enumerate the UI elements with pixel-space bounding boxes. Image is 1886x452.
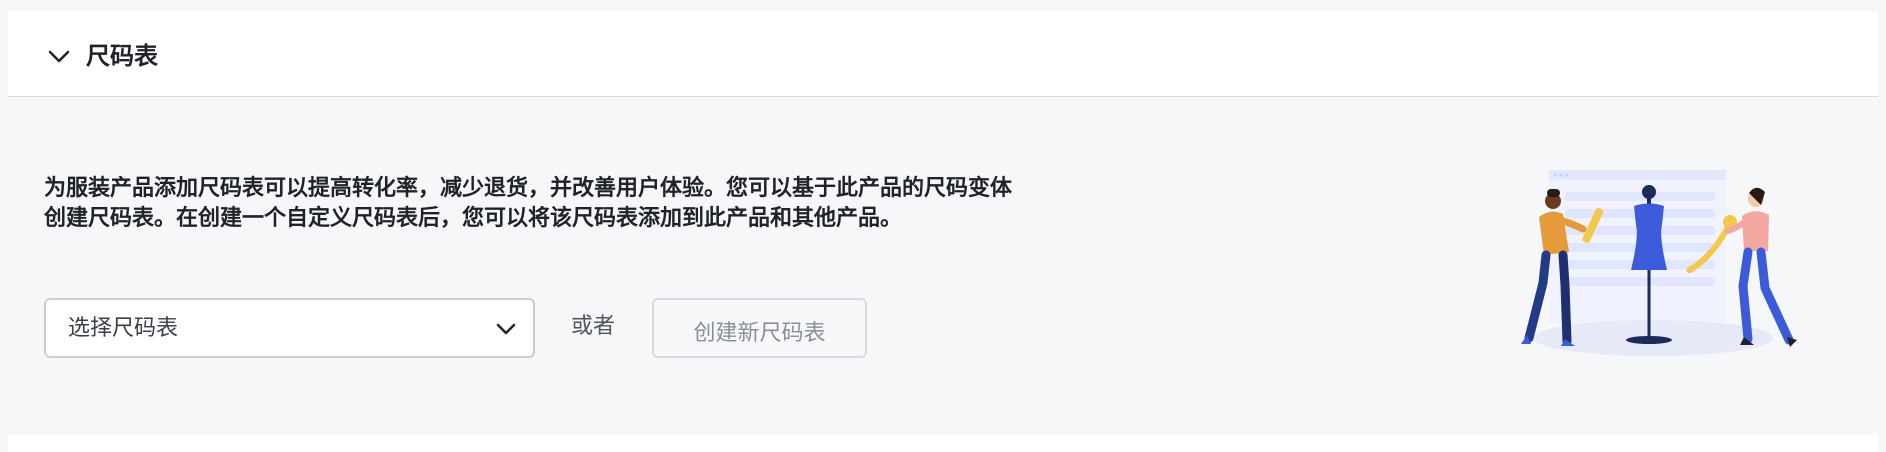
size-chart-card-header[interactable]: 尺码表 bbox=[8, 11, 1878, 97]
size-chart-description: 为服装产品添加尺码表可以提高转化率，减少退货，并改善用户体验。您可以基于此产品的… bbox=[44, 176, 1013, 231]
chevron-down-icon[interactable] bbox=[45, 43, 73, 71]
size-chart-select[interactable]: 选择尺码表 bbox=[44, 298, 535, 358]
size-chart-page: 尺码表 为服装产品添加尺码表可以提高转化率，减少退货，并改善用户体验。您可以基于… bbox=[0, 0, 1886, 452]
top-spacer bbox=[0, 0, 1886, 11]
create-size-chart-button[interactable]: 创建新尺码表 bbox=[652, 298, 867, 358]
size-chart-card-body: 为服装产品添加尺码表可以提高转化率，减少退货，并改善用户体验。您可以基于此产品的… bbox=[8, 97, 1878, 435]
size-chart-select-placeholder: 选择尺码表 bbox=[68, 316, 179, 341]
section-title: 尺码表 bbox=[86, 42, 158, 70]
chevron-down-icon bbox=[496, 323, 516, 335]
or-separator-text: 或者 bbox=[571, 314, 616, 339]
next-card-edge bbox=[8, 435, 1878, 452]
size-chart-illustration bbox=[1521, 170, 1797, 356]
